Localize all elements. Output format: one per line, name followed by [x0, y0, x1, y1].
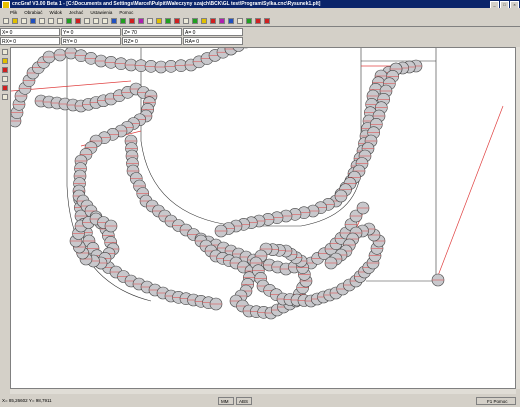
settings-icon[interactable] — [237, 18, 243, 24]
tool-3-icon[interactable] — [2, 67, 8, 73]
menu-ustawienia[interactable]: Ustawienia — [90, 10, 112, 15]
a-field: A= 0 — [183, 28, 243, 36]
home-icon[interactable] — [228, 18, 234, 24]
menu-widok[interactable]: Widok — [50, 10, 63, 15]
ra-field: RA= 0 — [183, 37, 243, 45]
abs-cell: ABS — [236, 397, 252, 405]
menu-obrabiac[interactable]: Obrabiać — [24, 10, 42, 15]
mm-cell: MM — [218, 397, 234, 405]
tool-5-icon[interactable] — [2, 85, 8, 91]
menu-pomoc[interactable]: Pomoc — [119, 10, 133, 15]
zoom-fit-icon[interactable] — [84, 18, 90, 24]
cross-icon[interactable] — [264, 18, 270, 24]
rapid-line-4 — [435, 105, 504, 282]
rotate-icon[interactable] — [165, 18, 171, 24]
vertical-scrollbar[interactable] — [516, 47, 520, 389]
menu-bar: Plik Obrabiać Widok Jechać Ustawienia Po… — [0, 8, 520, 16]
new-icon[interactable] — [3, 18, 9, 24]
window-title: cncGraf V3.00 Beta 1 - [C:\Documents and… — [12, 1, 321, 7]
scale-icon[interactable] — [183, 18, 189, 24]
zoom-in-icon[interactable] — [66, 18, 72, 24]
rz-field: RZ= 0 — [122, 37, 182, 45]
menu-jechac[interactable]: Jechać — [69, 10, 83, 15]
drawing-canvas[interactable] — [10, 47, 516, 389]
status-bar: X= 85,26602 Y= 98,7911 MM ABS F1 Pomoc — [0, 396, 520, 406]
main-toolbar — [0, 16, 520, 27]
select-icon[interactable] — [102, 18, 108, 24]
play-icon[interactable] — [192, 18, 198, 24]
stop-icon[interactable] — [210, 18, 216, 24]
text-icon[interactable] — [147, 18, 153, 24]
cut-icon[interactable] — [39, 18, 45, 24]
rx-field: RX= 0 — [0, 37, 60, 45]
ry-field: RY= 0 — [61, 37, 121, 45]
copy-icon[interactable] — [48, 18, 54, 24]
save-icon[interactable] — [21, 18, 27, 24]
title-bar: cncGraf V3.00 Beta 1 - [C:\Documents and… — [0, 0, 520, 9]
rect-icon[interactable] — [138, 18, 144, 24]
undo-icon[interactable] — [30, 18, 36, 24]
paste-icon[interactable] — [57, 18, 63, 24]
status-position: X= 85,26602 Y= 98,7911 — [2, 398, 52, 403]
grid-icon[interactable] — [93, 18, 99, 24]
tool-4-icon[interactable] — [2, 76, 8, 82]
horizontal-scrollbar[interactable] — [10, 389, 516, 394]
x-field: X= 0 — [0, 28, 60, 36]
y-field: Y= 0 — [61, 28, 121, 36]
menu-plik[interactable]: Plik — [10, 10, 17, 15]
circle-icon[interactable] — [129, 18, 135, 24]
step-icon[interactable] — [219, 18, 225, 24]
z-field: Z= 70 — [122, 28, 182, 36]
tool-circles — [11, 48, 445, 320]
delete-icon[interactable] — [255, 18, 261, 24]
move-icon[interactable] — [156, 18, 162, 24]
coordinate-panel: X= 0 Y= 0 Z= 70 A= 0 RX= 0 RY= 0 RZ= 0 R… — [0, 27, 520, 47]
pause-icon[interactable] — [201, 18, 207, 24]
line-icon[interactable] — [120, 18, 126, 24]
tool-1-icon[interactable] — [2, 49, 8, 55]
pen-icon[interactable] — [111, 18, 117, 24]
side-toolbar — [0, 47, 10, 389]
open-icon[interactable] — [12, 18, 18, 24]
tool-2-icon[interactable] — [2, 58, 8, 64]
help-cell: F1 Pomoc — [476, 397, 516, 405]
mirror-icon[interactable] — [174, 18, 180, 24]
axis-icon[interactable] — [246, 18, 252, 24]
zoom-out-icon[interactable] — [75, 18, 81, 24]
tool-6-icon[interactable] — [2, 94, 8, 100]
toolpath-drawing — [11, 48, 504, 320]
